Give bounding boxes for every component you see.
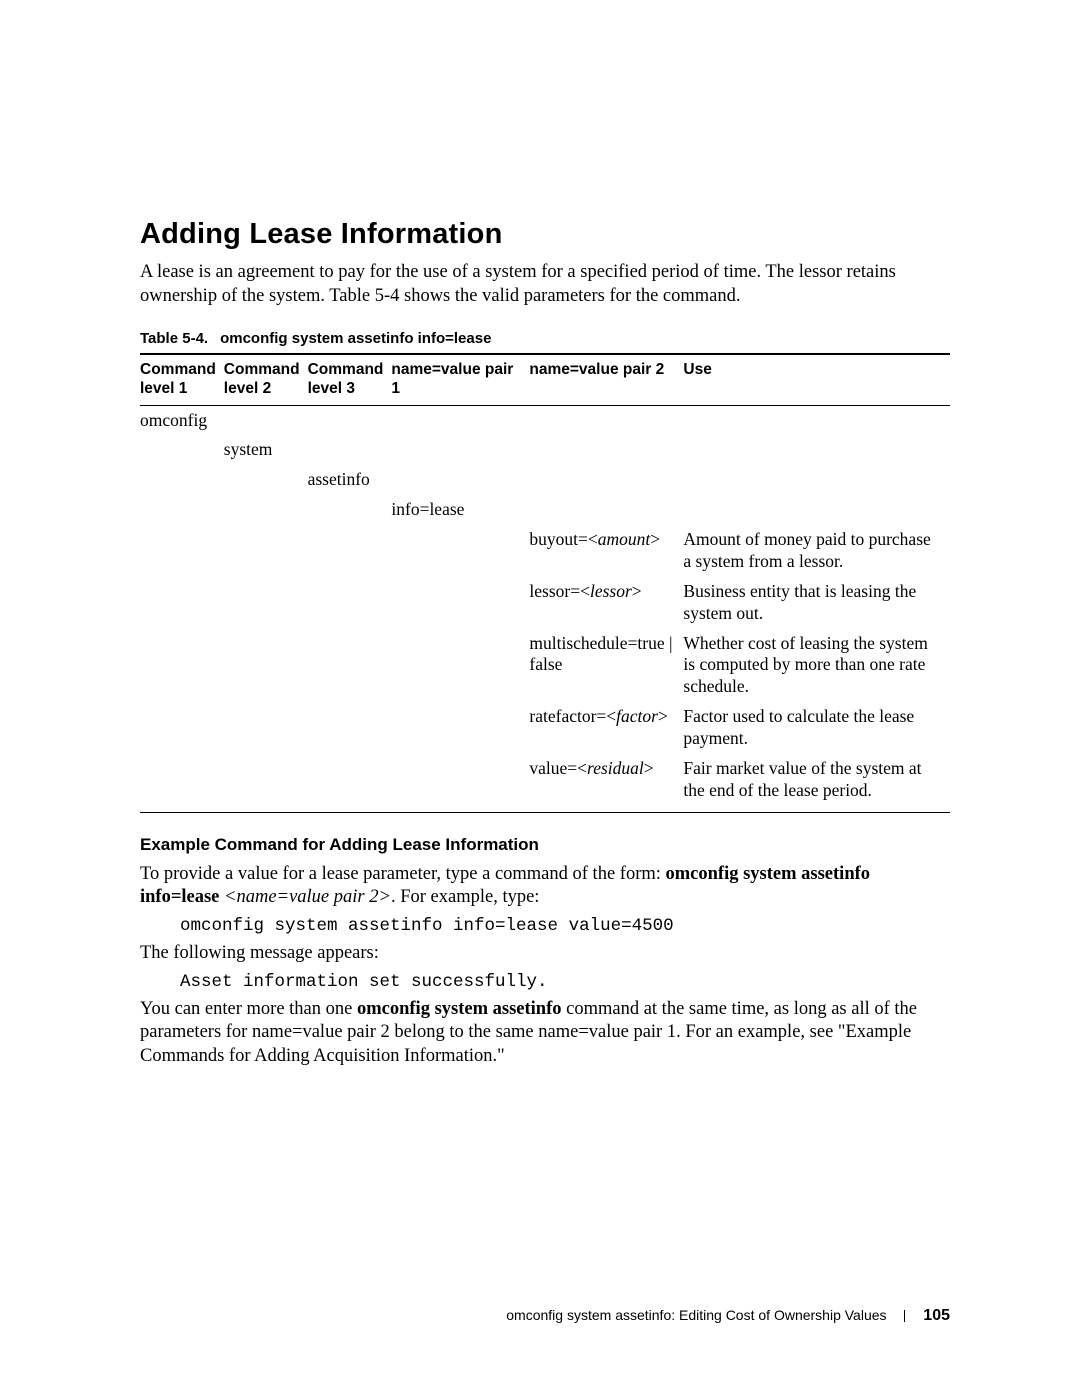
th-cmd1: Command level 1 <box>140 354 224 405</box>
example-p3-a: You can enter more than one <box>140 999 357 1019</box>
page-number: 105 <box>923 1307 950 1324</box>
page: Adding Lease Information A lease is an a… <box>0 0 1080 1397</box>
table-row: system <box>140 435 950 465</box>
cell-use: Fair market value of the system at the e… <box>683 754 950 812</box>
example-p1-c: . For example, type: <box>391 887 539 907</box>
table-row: lessor=<lessor> Business entity that is … <box>140 577 950 629</box>
pair-text: > <box>632 581 642 601</box>
page-footer: omconfig system assetinfo: Editing Cost … <box>506 1307 950 1325</box>
table-row: value=<residual> Fair market value of th… <box>140 754 950 812</box>
cell-cmd3: assetinfo <box>308 465 392 495</box>
example-p1-a: To provide a value for a lease parameter… <box>140 864 666 884</box>
pair-text: value=< <box>529 758 587 778</box>
cell-use: Factor used to calculate the lease payme… <box>683 702 950 754</box>
th-cmd3: Command level 3 <box>308 354 392 405</box>
pair-text: > <box>658 706 668 726</box>
th-cmd3-a: Command <box>308 361 384 378</box>
table-row: buyout=<amount> Amount of money paid to … <box>140 525 950 577</box>
th-use: Use <box>683 354 950 405</box>
example-p3-bold: omconfig system assetinfo <box>357 999 562 1019</box>
pair-arg: lessor <box>590 581 632 601</box>
table-caption-label: Table 5-4. <box>140 330 208 347</box>
pair-text: lessor=< <box>529 581 590 601</box>
footer-separator <box>904 1310 905 1322</box>
cell-nvp2: buyout=<amount> <box>529 525 683 577</box>
code-block-2: Asset information set successfully. <box>180 972 950 992</box>
footer-text: omconfig system assetinfo: Editing Cost … <box>506 1307 886 1323</box>
cell-nvp2: ratefactor=<factor> <box>529 702 683 754</box>
table-row: info=lease <box>140 495 950 525</box>
cell-cmd1: omconfig <box>140 405 224 435</box>
cell-nvp1: info=lease <box>391 495 529 525</box>
table-caption: Table 5-4. omconfig system assetinfo info… <box>140 330 950 347</box>
pair-arg: residual <box>587 758 644 778</box>
pair-text: > <box>650 529 660 549</box>
cell-cmd2: system <box>224 435 308 465</box>
th-cmd2: Command level 2 <box>224 354 308 405</box>
pair-text: buyout=< <box>529 529 597 549</box>
table-row: assetinfo <box>140 465 950 495</box>
code-block-1: omconfig system assetinfo info=lease val… <box>180 916 950 936</box>
table-row: ratefactor=<factor> Factor used to calcu… <box>140 702 950 754</box>
table-row: multischedule=true | false Whether cost … <box>140 629 950 703</box>
cell-use: Amount of money paid to purchase a syste… <box>683 525 950 577</box>
example-p2: The following message appears: <box>140 942 950 966</box>
th-cmd2-a: Command <box>224 361 300 378</box>
intro-paragraph: A lease is an agreement to pay for the u… <box>140 261 950 308</box>
example-p1: To provide a value for a lease parameter… <box>140 863 950 910</box>
example-p1-italic: <name=value pair 2> <box>224 887 391 907</box>
intro-table-ref: Table 5-4 <box>329 286 399 306</box>
cell-use: Whether cost of leasing the system is co… <box>683 629 950 703</box>
th-cmd3-b: level 3 <box>308 380 355 397</box>
example-p3: You can enter more than one omconfig sys… <box>140 998 950 1069</box>
table-header-row: Command level 1 Command level 2 Command lev… <box>140 354 950 405</box>
th-nvp1: name=value pair 1 <box>391 354 529 405</box>
pair-text: ratefactor=< <box>529 706 616 726</box>
cell-use: Business entity that is leasing the syst… <box>683 577 950 629</box>
cell-nvp2: multischedule=true | false <box>529 629 683 703</box>
table-caption-text: omconfig system assetinfo info=lease <box>220 330 491 347</box>
th-cmd1-a: Command <box>140 361 216 378</box>
th-cmd1-b: level 1 <box>140 380 187 397</box>
cell-nvp2: lessor=<lessor> <box>529 577 683 629</box>
pair-arg: amount <box>598 529 651 549</box>
section-heading: Adding Lease Information <box>140 218 950 251</box>
pair-arg: factor <box>616 706 658 726</box>
example-heading: Example Command for Adding Lease Informa… <box>140 835 950 855</box>
intro-text-b: shows the valid parameters for the comma… <box>399 286 740 306</box>
th-nvp2: name=value pair 2 <box>529 354 683 405</box>
th-cmd2-b: level 2 <box>224 380 271 397</box>
params-table: Command level 1 Command level 2 Command lev… <box>140 353 950 812</box>
pair-text: > <box>644 758 654 778</box>
cell-nvp2: value=<residual> <box>529 754 683 812</box>
table-row: omconfig <box>140 405 950 435</box>
